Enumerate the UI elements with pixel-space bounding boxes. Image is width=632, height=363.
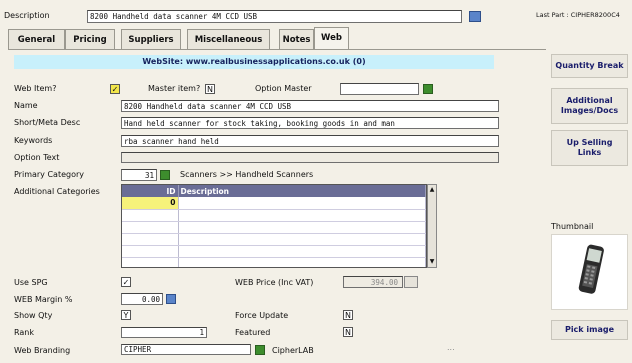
option-master-input[interactable] <box>340 83 419 95</box>
web-price-label: WEB Price (Inc VAT) <box>235 278 314 287</box>
web-item-checkbox[interactable]: ✓ <box>110 84 120 94</box>
web-branding-input[interactable]: CIPHER <box>121 344 251 355</box>
quantity-break-button[interactable]: Quantity Break <box>551 54 628 78</box>
table-row[interactable] <box>122 257 426 267</box>
lookup-icon[interactable] <box>469 11 481 22</box>
option-master-lookup-icon[interactable] <box>423 84 433 94</box>
name-input[interactable]: 8200 Handheld data scanner 4M CCD USB <box>121 100 499 112</box>
use-spg-checkbox[interactable]: ✓ <box>121 277 131 287</box>
keywords-input[interactable]: rba scanner hand held <box>121 135 499 147</box>
web-branding-label: Web Branding <box>14 346 71 355</box>
primary-category-id-input[interactable]: 31 <box>121 169 157 181</box>
tab-notes[interactable]: Notes <box>279 29 314 49</box>
option-text-label: Option Text <box>14 153 60 162</box>
master-item-label: Master item? <box>148 84 201 93</box>
description-input[interactable]: 8200 Handheld data scanner 4M CCD USB <box>87 10 462 23</box>
scroll-up-icon[interactable]: ▲ <box>428 186 436 194</box>
master-item-checkbox[interactable]: N <box>205 84 215 94</box>
table-row[interactable]: 0 <box>122 197 426 210</box>
show-qty-label: Show Qty <box>14 311 53 320</box>
rank-input[interactable]: 1 <box>121 327 207 338</box>
option-master-label: Option Master <box>255 84 312 93</box>
show-qty-checkbox[interactable]: Y <box>121 310 131 320</box>
scanner-icon <box>578 244 604 294</box>
web-price-input[interactable]: 394.00 <box>343 276 403 288</box>
rank-label: Rank <box>14 328 34 337</box>
description-label: Description <box>4 11 50 20</box>
grid-header-description[interactable]: Description <box>178 185 426 197</box>
up-selling-button[interactable]: Up Selling Links <box>551 130 628 166</box>
thumbnail-image <box>551 234 628 310</box>
scroll-down-icon[interactable]: ▼ <box>428 258 436 266</box>
table-row[interactable] <box>122 221 426 234</box>
web-margin-label: WEB Margin % <box>14 295 73 304</box>
web-item-label: Web Item? <box>14 84 57 93</box>
last-part-label: Last Part : CIPHER8200C4 <box>536 11 620 19</box>
website-banner: WebSite: www.realbusinessapplications.co… <box>14 55 494 69</box>
more-ellipsis[interactable]: ... <box>447 343 455 352</box>
short-desc-label: Short/Meta Desc <box>14 118 81 127</box>
tab-general[interactable]: General <box>8 29 65 49</box>
additional-images-button[interactable]: Additional Images/Docs <box>551 88 628 124</box>
table-row[interactable] <box>122 209 426 222</box>
web-price-button[interactable] <box>404 276 418 288</box>
tab-divider <box>8 49 546 50</box>
tab-web[interactable]: Web <box>314 27 349 49</box>
table-row[interactable] <box>122 233 426 246</box>
additional-categories-grid[interactable]: ID Description 0 <box>121 184 427 268</box>
use-spg-label: Use SPG <box>14 278 48 287</box>
web-branding-name: CipherLAB <box>272 346 314 355</box>
featured-label: Featured <box>235 328 271 337</box>
option-text-input[interactable] <box>121 152 499 163</box>
web-branding-lookup-icon[interactable] <box>255 345 265 355</box>
tab-suppliers[interactable]: Suppliers <box>121 29 181 49</box>
primary-category-label: Primary Category <box>14 170 84 179</box>
force-update-label: Force Update <box>235 311 289 320</box>
additional-categories-label: Additional Categories <box>14 187 100 196</box>
table-row[interactable] <box>122 245 426 258</box>
keywords-label: Keywords <box>14 136 53 145</box>
primary-category-lookup-icon[interactable] <box>160 170 170 180</box>
web-margin-input[interactable]: 0.00 <box>121 293 163 305</box>
tab-pricing[interactable]: Pricing <box>65 29 115 49</box>
grid-scrollbar[interactable]: ▲ ▼ <box>427 184 437 268</box>
tab-miscellaneous[interactable]: Miscellaneous <box>187 29 270 49</box>
name-label: Name <box>14 101 38 110</box>
grid-header-id[interactable]: ID <box>122 185 179 197</box>
thumbnail-label: Thumbnail <box>551 222 594 231</box>
short-desc-input[interactable]: Hand held scanner for stock taking, book… <box>121 117 499 129</box>
featured-checkbox[interactable]: N <box>343 327 353 337</box>
primary-category-path: Scanners >> Handheld Scanners <box>180 170 314 179</box>
force-update-checkbox[interactable]: N <box>343 310 353 320</box>
grid-cell-id[interactable]: 0 <box>122 197 179 210</box>
calculator-icon[interactable] <box>166 294 176 304</box>
pick-image-button[interactable]: Pick image <box>551 320 628 340</box>
